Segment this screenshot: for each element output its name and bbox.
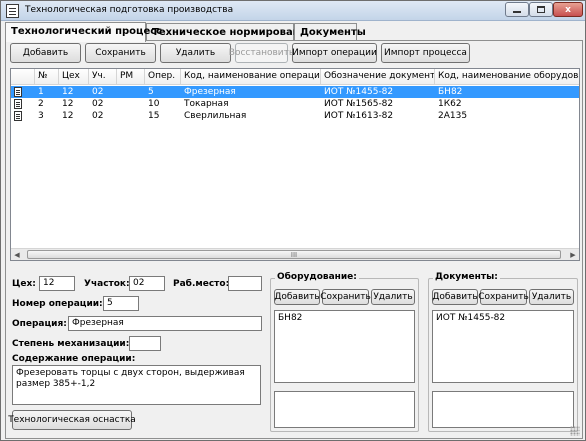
documents-notes[interactable] (432, 391, 574, 428)
section-label: Участок: (84, 279, 130, 289)
row-document: ИОТ №1613-82 (324, 111, 394, 121)
row-equipment: 1К62 (438, 99, 462, 109)
row-operation: Токарная (184, 99, 229, 109)
scroll-thumb[interactable]: III (27, 250, 561, 259)
row-workplace (117, 86, 145, 98)
list-item[interactable]: БН82 (278, 313, 411, 323)
equipment-save-button[interactable]: Сохранить (320, 289, 371, 305)
operation-label: Операция: (12, 319, 67, 329)
table-row[interactable]: 1 12 02 5 Фрезерная ИОТ №1455-82 БН82 (11, 86, 579, 98)
equipment-group: Оборудование: Добавить Сохранить Удалить… (270, 272, 419, 432)
table-row[interactable]: 2 12 02 10 Токарная ИОТ №1565-82 1К62 (11, 98, 579, 110)
content-label: Содержание операции: (12, 354, 136, 364)
documents-title: Документы: (433, 272, 500, 282)
tab-documents[interactable]: Документы (294, 23, 366, 41)
tab-panel-tech-process: Добавить Сохранить Удалить Восстановить … (5, 40, 583, 439)
row-shop: 12 (62, 111, 74, 121)
header-workplace[interactable]: РМ (117, 69, 145, 85)
import-process-button[interactable]: Импорт процесса (381, 43, 470, 63)
app-window: Технологическая подготовка производства … (0, 0, 586, 441)
row-shop: 12 (62, 99, 74, 109)
equipment-delete-button[interactable]: Удалить (371, 289, 415, 305)
shop-label: Цех: (12, 279, 36, 289)
row-num: 1 (38, 87, 44, 97)
row-document: ИОТ №1455-82 (324, 87, 394, 97)
documents-list[interactable]: ИОТ №1455-82 (432, 310, 574, 383)
scroll-left-icon[interactable]: ◀ (11, 249, 23, 260)
documents-delete-button[interactable]: Удалить (529, 289, 574, 305)
table-row[interactable]: 3 12 02 15 Сверлильная ИОТ №1613-82 2А13… (11, 110, 579, 122)
opnum-field[interactable]: 5 (103, 296, 139, 311)
opnum-label: Номер операции: (12, 299, 103, 309)
row-op: 5 (148, 87, 154, 97)
header-section[interactable]: Уч. (89, 69, 117, 85)
equipment-list[interactable]: БН82 (274, 310, 415, 383)
shop-field[interactable]: 12 (39, 276, 75, 291)
minimize-button[interactable] (505, 2, 529, 17)
section-field[interactable]: 02 (129, 276, 165, 291)
scroll-right-icon[interactable]: ▶ (567, 249, 579, 260)
equipment-title: Оборудование: (275, 272, 359, 282)
documents-save-button[interactable]: Сохранить (478, 289, 529, 305)
row-num: 2 (38, 99, 44, 109)
maximize-button[interactable] (529, 2, 553, 17)
row-op: 10 (148, 99, 160, 109)
title-bar[interactable]: Технологическая подготовка производства … (1, 1, 585, 21)
workplace-field[interactable] (228, 276, 262, 291)
add-button[interactable]: Добавить (10, 43, 81, 63)
workplace-label: Раб.место: (173, 279, 230, 289)
header-shop[interactable]: Цех (59, 69, 89, 85)
row-workplace (117, 98, 145, 110)
header-num[interactable]: № (35, 69, 59, 85)
operations-grid[interactable]: № Цех Уч. РМ Опер. Код, наименование опе… (10, 68, 580, 261)
documents-add-button[interactable]: Добавить (432, 289, 478, 305)
equipment-add-button[interactable]: Добавить (274, 289, 320, 305)
close-icon: x (565, 4, 571, 15)
tab-tech-rationing[interactable]: Техническое нормирование (146, 23, 313, 41)
equipment-notes[interactable] (274, 391, 415, 428)
horizontal-scrollbar[interactable]: ◀ III ▶ (11, 248, 579, 260)
save-button[interactable]: Сохранить (85, 43, 156, 63)
restore-button[interactable]: Восстановить (229, 43, 294, 63)
row-workplace (117, 110, 145, 122)
maximize-icon (537, 6, 545, 13)
mechanization-label: Степень механизации: (12, 339, 130, 349)
grid-header: № Цех Уч. РМ Опер. Код, наименование опе… (11, 69, 579, 85)
row-section: 02 (92, 87, 104, 97)
tooling-button[interactable]: Технологическая оснастка (8, 410, 136, 430)
document-icon (14, 111, 22, 121)
document-icon (14, 87, 22, 97)
list-item[interactable]: ИОТ №1455-82 (436, 313, 570, 323)
row-op: 15 (148, 111, 160, 121)
row-operation: Сверлильная (184, 111, 247, 121)
row-equipment: 2А135 (438, 111, 468, 121)
row-shop: 12 (62, 87, 74, 97)
close-button[interactable]: x (553, 2, 583, 17)
mechanization-field[interactable] (129, 336, 161, 351)
import-operation-button[interactable]: Импорт операции (292, 43, 377, 63)
row-section: 02 (92, 111, 104, 121)
row-equipment: БН82 (438, 87, 463, 97)
minimize-icon (513, 11, 521, 13)
documents-group: Документы: Добавить Сохранить Удалить ИО… (428, 272, 578, 432)
resize-grip-icon[interactable] (570, 426, 580, 436)
header-icon[interactable] (11, 69, 35, 85)
row-document: ИОТ №1565-82 (324, 99, 394, 109)
operation-field[interactable]: Фрезерная (68, 316, 262, 331)
tab-tech-process[interactable]: Технологический процесс (5, 22, 162, 42)
delete-button[interactable]: Удалить (160, 43, 231, 63)
row-num: 3 (38, 111, 44, 121)
header-document[interactable]: Обозначение документа (321, 69, 435, 85)
row-section: 02 (92, 99, 104, 109)
window-title: Технологическая подготовка производства (25, 5, 234, 15)
app-icon (6, 4, 19, 18)
document-icon (14, 99, 22, 109)
header-op[interactable]: Опер. (145, 69, 181, 85)
header-operation[interactable]: Код, наименование операции (181, 69, 321, 85)
row-operation: Фрезерная (184, 87, 236, 97)
scroll-grip-icon: III (290, 250, 298, 259)
header-equipment[interactable]: Код, наименование оборудования (435, 69, 579, 85)
content-textarea[interactable]: Фрезеровать торцы с двух сторон, выдержи… (12, 365, 261, 405)
